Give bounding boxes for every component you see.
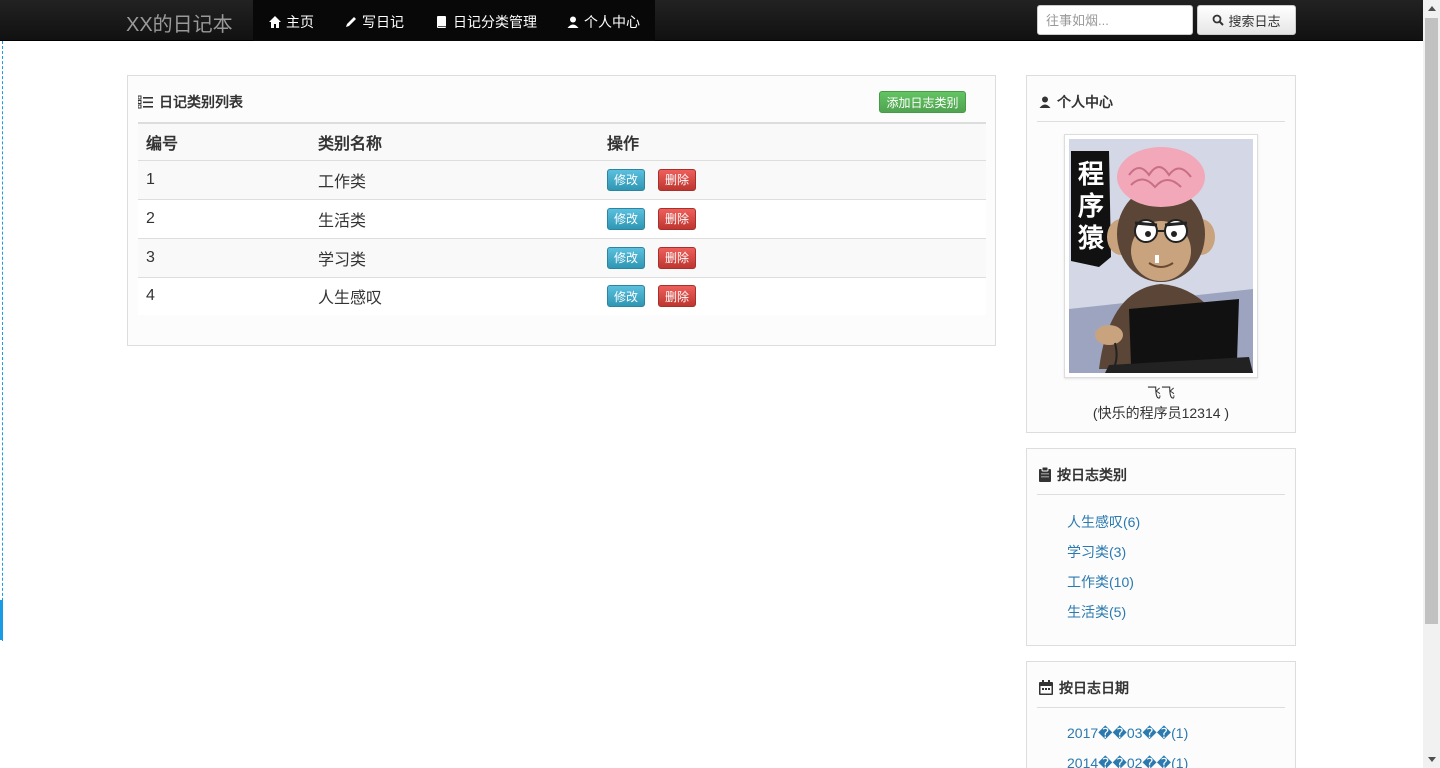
- category-link[interactable]: 工作类(10): [1067, 572, 1134, 592]
- cell-id: 1: [138, 160, 310, 200]
- monkey-avatar-image: 程 序 猿: [1069, 139, 1253, 373]
- category-link[interactable]: 学习类(3): [1067, 542, 1126, 562]
- vertical-scrollbar[interactable]: [1423, 0, 1440, 768]
- divider: [1037, 494, 1285, 495]
- nav-item-label: 写日记: [362, 14, 404, 30]
- top-navbar: XX的日记本 主页 写日记 日记分类管理 个人中心 搜索日志: [0, 0, 1423, 41]
- cell-name: 工作类: [310, 160, 599, 200]
- cell-name: 人生感叹: [310, 277, 599, 315]
- search-button[interactable]: 搜索日志: [1197, 5, 1296, 35]
- cell-actions: 修改 删除: [599, 199, 986, 239]
- date-panel-title: 按日志日期: [1038, 678, 1129, 698]
- avatar: 程 序 猿: [1064, 134, 1258, 378]
- profile-name: 飞飞: [1147, 385, 1175, 401]
- nav-item-write[interactable]: 写日记: [344, 12, 404, 32]
- cell-actions: 修改 删除: [599, 238, 986, 278]
- clipboard-icon: [1039, 467, 1051, 482]
- edit-button[interactable]: 修改: [607, 168, 645, 191]
- panel-title: 日记类别列表: [138, 92, 243, 112]
- date-panel: 按日志日期 2017��03��(1) 2014��02��(1): [1026, 661, 1296, 768]
- delete-button[interactable]: 删除: [658, 168, 696, 191]
- category-panel: 按日志类别 人生感叹(6) 学习类(3) 工作类(10) 生活类(5): [1026, 448, 1296, 646]
- nav-item-category[interactable]: 日记分类管理: [435, 12, 537, 32]
- search-input[interactable]: [1037, 5, 1193, 35]
- nav-item-profile[interactable]: 个人中心: [566, 12, 640, 32]
- cell-id: 4: [138, 277, 310, 315]
- brand-logo[interactable]: XX的日记本: [126, 8, 233, 37]
- column-header-action: 操作: [599, 122, 986, 161]
- scroll-up-arrow-icon[interactable]: [1423, 0, 1440, 17]
- cell-id: 3: [138, 238, 310, 278]
- avatar-text-3: 猿: [1077, 224, 1105, 254]
- divider: [1037, 121, 1285, 122]
- delete-button[interactable]: 删除: [658, 285, 696, 308]
- user-icon: [567, 16, 579, 28]
- list-icon: [138, 95, 153, 109]
- category-list-panel: 日记类别列表 添加日志类别 编号 类别名称 操作 1 工作类 修改 删除 2 生活…: [127, 75, 996, 346]
- cell-id: 2: [138, 199, 310, 239]
- date-link[interactable]: 2014��02��(1): [1067, 755, 1188, 768]
- cell-name: 学习类: [310, 238, 599, 278]
- scroll-down-arrow-icon[interactable]: [1423, 751, 1440, 768]
- book-icon: [437, 16, 446, 28]
- edit-button[interactable]: 修改: [607, 246, 645, 269]
- scrollbar-thumb[interactable]: [1425, 18, 1438, 624]
- edit-button[interactable]: 修改: [607, 285, 645, 308]
- user-icon: [1039, 96, 1051, 108]
- table-row: 2 生活类 修改 删除: [138, 199, 986, 239]
- search-button-label: 搜索日志: [1228, 13, 1281, 29]
- column-header-id: 编号: [138, 122, 310, 161]
- category-panel-title: 按日志类别: [1038, 465, 1127, 485]
- profile-panel-title: 个人中心: [1038, 92, 1113, 112]
- guide-marker: [0, 600, 3, 640]
- profile-panel: 个人中心 程 序 猿 飞飞 (快乐的程序员12314): [1026, 75, 1296, 433]
- cell-actions: 修改 删除: [599, 160, 986, 200]
- search-icon: [1213, 14, 1225, 26]
- nav-item-label: 日记分类管理: [453, 14, 537, 30]
- table-row: 4 人生感叹 修改 删除: [138, 277, 986, 315]
- category-link[interactable]: 人生感叹(6): [1067, 512, 1140, 532]
- dashed-guide: [2, 41, 3, 641]
- date-link[interactable]: 2017��03��(1): [1067, 725, 1188, 742]
- profile-panel-title-text: 个人中心: [1057, 94, 1113, 110]
- cell-actions: 修改 删除: [599, 277, 986, 315]
- add-category-button[interactable]: 添加日志类别: [879, 91, 966, 113]
- category-panel-title-text: 按日志类别: [1057, 467, 1127, 483]
- edit-button[interactable]: 修改: [607, 207, 645, 230]
- profile-motto: (快乐的程序员12314 ): [1092, 405, 1230, 421]
- pencil-icon: [346, 17, 356, 27]
- calendar-icon: [1039, 680, 1053, 695]
- category-table: 编号 类别名称 操作 1 工作类 修改 删除 2 生活类 修改 删除 3 学习类…: [138, 122, 986, 315]
- panel-title-text: 日记类别列表: [159, 94, 243, 110]
- divider: [1037, 707, 1285, 708]
- cell-name: 生活类: [310, 199, 599, 239]
- table-row: 1 工作类 修改 删除: [138, 160, 986, 200]
- category-link[interactable]: 生活类(5): [1067, 602, 1126, 622]
- column-header-name: 类别名称: [310, 122, 599, 161]
- nav-item-home[interactable]: 主页: [268, 12, 314, 32]
- delete-button[interactable]: 删除: [658, 207, 696, 230]
- home-icon: [269, 16, 281, 28]
- avatar-text-2: 序: [1078, 191, 1104, 222]
- avatar-text-1: 程: [1078, 160, 1104, 190]
- nav-item-label: 主页: [286, 14, 314, 30]
- delete-button[interactable]: 删除: [658, 246, 696, 269]
- date-panel-title-text: 按日志日期: [1059, 680, 1129, 696]
- nav-item-label: 个人中心: [584, 14, 640, 30]
- table-row: 3 学习类 修改 删除: [138, 238, 986, 278]
